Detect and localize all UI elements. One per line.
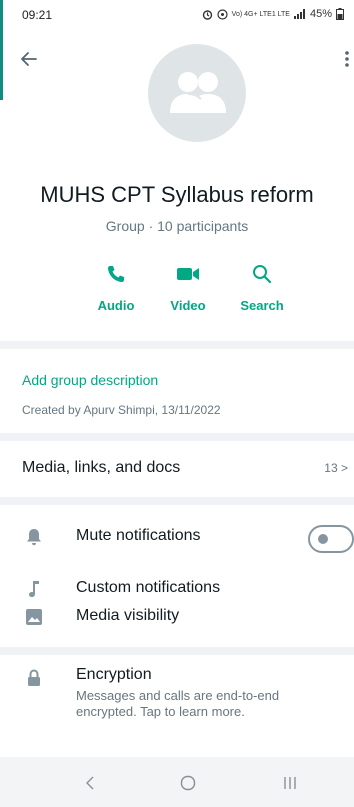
video-camera-icon — [158, 262, 218, 286]
media-count: 13 > — [324, 461, 348, 475]
group-participants: Group · 10 participants — [105, 218, 249, 234]
arrow-left-icon — [21, 52, 37, 66]
video-label: Video — [170, 298, 206, 313]
section-divider — [0, 341, 354, 349]
music-note-icon — [24, 579, 44, 599]
image-icon — [24, 607, 44, 627]
nav-recents-button[interactable] — [278, 773, 302, 793]
status-icons: Vo) 4G+ LTE1 LTE 45% — [202, 8, 344, 20]
status-time: 09:21 — [22, 8, 53, 22]
encryption-description: Messages and calls are end-to-end encryp… — [76, 688, 280, 719]
add-group-description-link[interactable]: Add group description — [22, 372, 158, 388]
chevron-left-icon — [86, 776, 94, 790]
system-navigation-bar — [0, 757, 354, 807]
search-label: Search — [240, 298, 284, 313]
media-visibility-label: Media visibility — [76, 607, 180, 624]
alarm-icon — [202, 9, 213, 20]
group-name: MUHS CPT Syllabus reform — [40, 182, 314, 207]
back-button[interactable] — [18, 48, 40, 70]
network-label: Vo) 4G+ LTE1 LTE — [231, 10, 290, 18]
video-call-button[interactable]: Video — [158, 262, 218, 313]
more-options-button[interactable] — [342, 48, 352, 70]
nav-back-button[interactable] — [78, 773, 102, 793]
mute-notifications-label: Mute notifications — [76, 527, 201, 544]
phone-icon — [86, 262, 146, 286]
toggle-knob — [318, 534, 328, 544]
group-created-info: Created by Apurv Shimpi, 13/11/2022 — [22, 403, 221, 417]
section-divider — [0, 497, 354, 505]
audio-label: Audio — [97, 298, 135, 313]
recents-icon — [284, 777, 296, 789]
more-vertical-icon — [345, 51, 349, 67]
section-divider — [0, 647, 354, 655]
search-button[interactable]: Search — [232, 262, 292, 313]
encryption-title: Encryption — [76, 666, 152, 683]
bell-icon — [24, 527, 44, 547]
signal-icon — [293, 9, 306, 19]
home-circle-icon — [180, 775, 196, 791]
search-icon — [232, 262, 292, 286]
status-bar: 09:21 Vo) 4G+ LTE1 LTE 45% — [0, 0, 354, 28]
media-links-docs-label: Media, links, and docs — [22, 459, 181, 476]
lock-icon — [24, 668, 44, 688]
media-links-docs-row[interactable]: Media, links, and docs 13 > — [0, 442, 354, 494]
section-divider — [0, 433, 354, 441]
action-row: Audio Video Search — [0, 262, 354, 322]
mute-notifications-row[interactable]: Mute notifications — [0, 517, 354, 557]
group-avatar[interactable] — [148, 44, 246, 142]
hotspot-icon — [217, 8, 228, 20]
group-icon — [170, 72, 226, 113]
encryption-row[interactable]: Encryption Messages and calls are end-to… — [0, 660, 354, 740]
audio-call-button[interactable]: Audio — [86, 262, 146, 313]
nav-home-button[interactable] — [176, 773, 200, 793]
battery-icon — [336, 8, 344, 20]
mute-toggle[interactable] — [308, 525, 354, 553]
group-info-screen: 09:21 Vo) 4G+ LTE1 LTE 45% MUHS CPT Syll… — [0, 0, 354, 807]
custom-notifications-label: Custom notifications — [76, 579, 221, 596]
battery-percentage: 45% — [309, 8, 332, 20]
media-visibility-row[interactable]: Media visibility — [0, 597, 354, 637]
